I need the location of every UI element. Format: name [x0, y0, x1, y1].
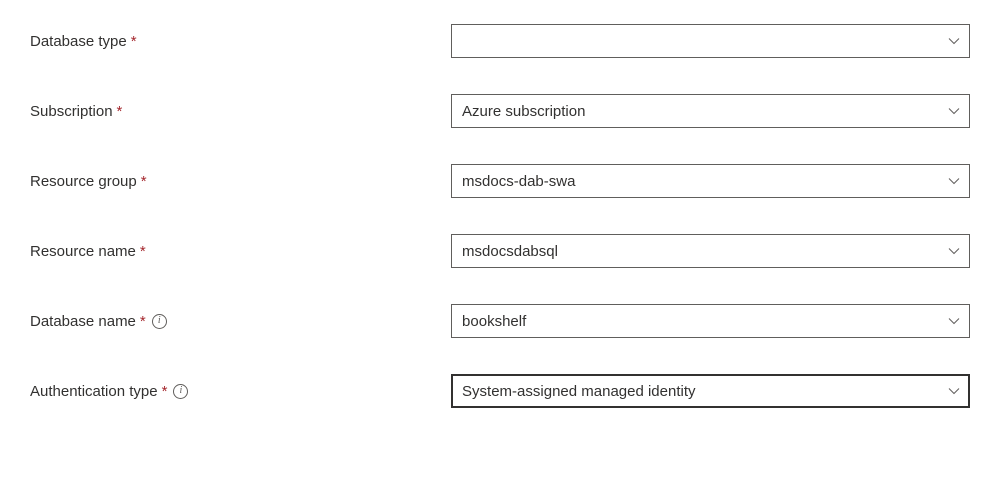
row-authentication-type: Authentication type * i System-assigned …	[30, 374, 970, 408]
required-marker: *	[140, 243, 146, 260]
label-authentication-type: Authentication type * i	[30, 383, 451, 400]
label-subscription: Subscription *	[30, 103, 451, 120]
select-value: msdocs-dab-swa	[462, 173, 575, 190]
select-control: System-assigned managed identity	[451, 374, 970, 408]
label-text: Authentication type	[30, 383, 158, 400]
row-database-name: Database name * i bookshelf	[30, 304, 970, 338]
label-resource-group: Resource group *	[30, 173, 451, 190]
label-text: Resource name	[30, 243, 136, 260]
required-marker: *	[117, 103, 123, 120]
required-marker: *	[140, 313, 146, 330]
row-subscription: Subscription * Azure subscription	[30, 94, 970, 128]
row-resource-name: Resource name * msdocsdabsql	[30, 234, 970, 268]
select-authentication-type[interactable]: System-assigned managed identity	[451, 374, 970, 408]
select-subscription[interactable]: Azure subscription	[451, 94, 970, 128]
select-resource-name[interactable]: msdocsdabsql	[451, 234, 970, 268]
label-database-type: Database type *	[30, 33, 451, 50]
select-control: bookshelf	[451, 304, 970, 338]
select-control	[451, 24, 970, 58]
select-value: msdocsdabsql	[462, 243, 558, 260]
select-control: msdocs-dab-swa	[451, 164, 970, 198]
select-value: bookshelf	[462, 313, 526, 330]
required-marker: *	[141, 173, 147, 190]
select-resource-group[interactable]: msdocs-dab-swa	[451, 164, 970, 198]
select-control: Azure subscription	[451, 94, 970, 128]
label-text: Database name	[30, 313, 136, 330]
label-database-name: Database name * i	[30, 313, 451, 330]
select-database-type[interactable]	[451, 24, 970, 58]
database-config-form: Database type * Subscription * Azure sub…	[30, 24, 970, 408]
info-icon[interactable]: i	[173, 384, 188, 399]
label-resource-name: Resource name *	[30, 243, 451, 260]
row-resource-group: Resource group * msdocs-dab-swa	[30, 164, 970, 198]
row-database-type: Database type *	[30, 24, 970, 58]
select-control: msdocsdabsql	[451, 234, 970, 268]
label-text: Subscription	[30, 103, 113, 120]
select-value: Azure subscription	[462, 103, 585, 120]
select-database-name[interactable]: bookshelf	[451, 304, 970, 338]
info-icon[interactable]: i	[152, 314, 167, 329]
label-text: Resource group	[30, 173, 137, 190]
label-text: Database type	[30, 33, 127, 50]
select-value: System-assigned managed identity	[462, 383, 695, 400]
required-marker: *	[162, 383, 168, 400]
required-marker: *	[131, 33, 137, 50]
